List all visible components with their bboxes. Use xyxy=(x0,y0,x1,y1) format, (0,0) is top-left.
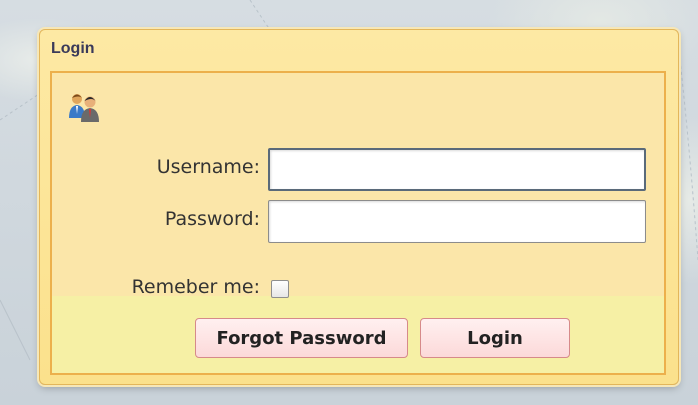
login-window: Login Username: Password: Remeber me: Fo… xyxy=(39,29,679,385)
username-label: Username: xyxy=(156,156,260,178)
window-title: Login xyxy=(51,40,95,57)
forgot-password-button[interactable]: Forgot Password xyxy=(195,318,408,358)
username-field[interactable] xyxy=(268,148,646,191)
login-button[interactable]: Login xyxy=(420,318,570,358)
password-field[interactable] xyxy=(268,200,646,243)
password-label: Password: xyxy=(164,208,260,230)
users-icon xyxy=(69,94,99,122)
login-panel: Username: Password: Remeber me: Forgot P… xyxy=(50,71,666,375)
remember-me-label: Remeber me: xyxy=(131,276,260,298)
remember-me-checkbox[interactable] xyxy=(271,280,289,298)
